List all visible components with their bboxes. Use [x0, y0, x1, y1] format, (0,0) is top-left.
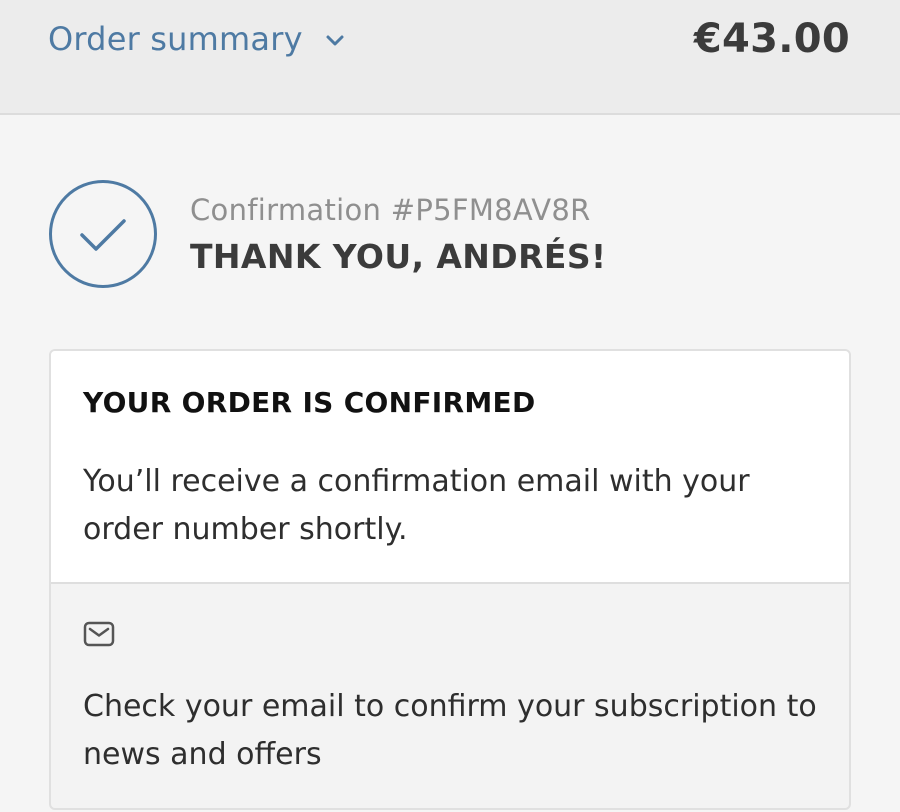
- thank-you-heading: THANK YOU, ANDRÉS!: [190, 237, 607, 276]
- confirmation-number: Confirmation #P5FM8AV8R: [190, 193, 591, 227]
- check-circle-icon: [49, 180, 157, 288]
- mail-icon: [83, 621, 115, 647]
- order-confirmed-heading: YOUR ORDER IS CONFIRMED: [83, 386, 536, 419]
- chevron-down-icon: [326, 35, 344, 46]
- order-total: €43.00: [693, 16, 850, 62]
- order-confirmed-section: YOUR ORDER IS CONFIRMED You’ll receive a…: [51, 351, 849, 584]
- order-summary-toggle[interactable]: Order summary: [48, 20, 345, 58]
- email-subscription-note: Check your email to confirm your subscri…: [83, 689, 817, 772]
- order-summary-bar: Order summary €43.00: [0, 0, 900, 115]
- order-confirmed-card: YOUR ORDER IS CONFIRMED You’ll receive a…: [49, 349, 851, 810]
- order-confirmed-message: You’ll receive a confirmation email with…: [83, 464, 750, 547]
- order-summary-label: Order summary: [48, 20, 303, 58]
